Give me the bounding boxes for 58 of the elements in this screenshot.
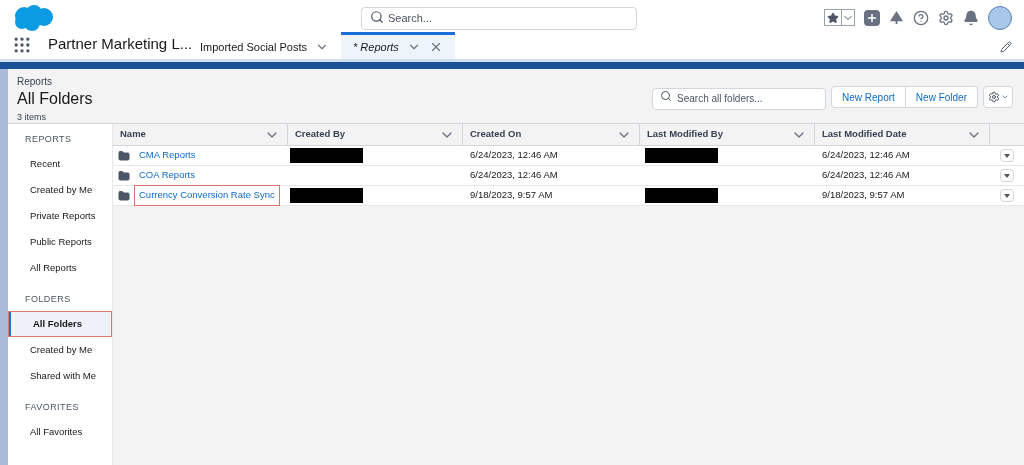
cloud-logo[interactable] — [12, 3, 54, 32]
edit-icon[interactable] — [1000, 41, 1012, 53]
gear-icon — [987, 91, 1000, 104]
sidebar-item[interactable]: Created by Me — [8, 337, 112, 363]
row-menu-button[interactable] — [1000, 149, 1014, 162]
tree-icon[interactable] — [889, 10, 904, 25]
folder-link[interactable]: Currency Conversion Rate Sync — [135, 186, 279, 205]
table-cell: 6/24/2023, 12:46 AM — [470, 149, 558, 161]
sidebar-item[interactable]: Private Reports — [8, 203, 112, 229]
avatar[interactable] — [988, 5, 1012, 30]
folder-link[interactable]: CMA Reports — [135, 146, 200, 165]
caret-icon — [1004, 153, 1010, 158]
row-menu-button[interactable] — [1000, 189, 1014, 202]
folder-link[interactable]: COA Reports — [135, 166, 199, 185]
settings-button[interactable] — [983, 86, 1013, 109]
help-icon[interactable] — [913, 9, 929, 26]
caret-icon — [1004, 193, 1010, 198]
action-button[interactable]: New Report — [831, 86, 906, 109]
table-cell: 9/18/2023, 9:57 AM — [470, 189, 553, 201]
table-cell: 9/18/2023, 9:57 AM — [822, 189, 905, 201]
breadcrumb[interactable]: Reports — [17, 74, 93, 89]
folder-icon — [118, 189, 130, 202]
search-icon — [370, 10, 384, 25]
nav-tab[interactable]: * Reports — [341, 32, 455, 59]
sidebar-item[interactable]: Shared with Me — [8, 363, 112, 389]
sidebar-item[interactable]: All Folders — [8, 311, 112, 337]
table-cell: 6/24/2023, 12:46 AM — [822, 169, 910, 181]
app-launcher-icon[interactable] — [12, 35, 32, 55]
column-header[interactable]: Created On — [463, 124, 640, 145]
table-cell: 6/24/2023, 12:46 AM — [470, 169, 558, 181]
section-heading: FOLDERS — [24, 293, 72, 307]
settings-icon[interactable] — [938, 9, 954, 26]
add-button[interactable] — [864, 9, 880, 26]
table-cell: 6/24/2023, 12:46 AM — [822, 149, 910, 161]
row-menu-button[interactable] — [1000, 169, 1014, 182]
column-header[interactable]: Last Modified Date — [815, 124, 990, 145]
favorites-button[interactable] — [824, 9, 855, 26]
sidebar-item[interactable]: Recent — [8, 151, 112, 177]
item-count: 3 items — [17, 111, 47, 124]
action-button[interactable]: New Folder — [905, 86, 978, 109]
search-field[interactable]: Search... — [361, 6, 637, 30]
bell-icon[interactable] — [963, 9, 979, 26]
column-header[interactable]: Name — [113, 124, 288, 145]
star-icon — [827, 11, 839, 24]
sidebar-item[interactable]: All Reports — [8, 255, 112, 281]
sidebar-item[interactable]: Created by Me — [8, 177, 112, 203]
search-field[interactable]: Search all folders... — [652, 87, 827, 110]
section-heading: REPORTS — [24, 133, 73, 147]
section-heading: FAVORITES — [24, 401, 80, 415]
page-title: All Folders — [17, 89, 93, 109]
caret-icon — [1004, 173, 1010, 178]
column-header[interactable]: Last Modified By — [640, 124, 815, 145]
sidebar-item[interactable]: Public Reports — [8, 229, 112, 255]
folder-icon — [118, 149, 130, 162]
column-header[interactable]: Created By — [288, 124, 463, 145]
sidebar-item[interactable]: All Favorites — [8, 419, 112, 445]
search-icon — [660, 90, 673, 102]
folder-icon — [118, 169, 130, 182]
